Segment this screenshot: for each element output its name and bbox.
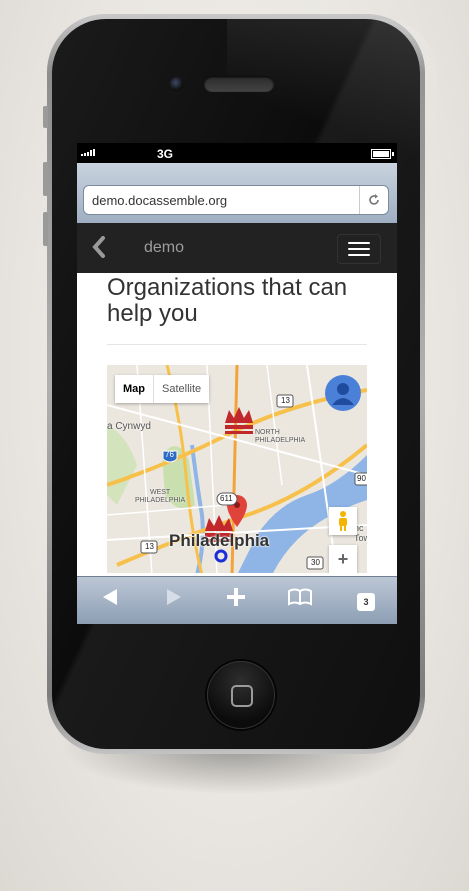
map-label-cynwyd: a Cynwyd: [107, 421, 151, 432]
url-text: demo.docassemble.org: [92, 193, 228, 208]
reload-icon[interactable]: [359, 186, 388, 214]
navbar-brand[interactable]: demo: [144, 239, 184, 257]
browser-toolbar: 3: [77, 576, 397, 624]
home-button[interactable]: [207, 661, 275, 729]
battery-icon: [371, 149, 394, 159]
user-location-icon[interactable]: [325, 375, 361, 411]
title-divider: [107, 344, 367, 345]
address-field[interactable]: demo.docassemble.org: [83, 185, 389, 215]
route-13-label: 13: [281, 396, 290, 405]
route-611-label: 611: [220, 494, 233, 503]
map-label-west-philadelphia: WEST PHILADELPHIA: [135, 489, 186, 504]
route-13b-label: 13: [145, 542, 154, 551]
app-navbar: demo: [77, 223, 397, 273]
volume-down-button: [43, 212, 48, 246]
status-bar: 3G: [77, 143, 397, 163]
forward-arrow-icon[interactable]: [165, 587, 183, 613]
tabs-count-icon[interactable]: 3: [357, 593, 375, 611]
chevron-left-icon[interactable]: [91, 236, 107, 264]
route-90-label: 90: [357, 474, 366, 483]
earpiece-speaker: [204, 76, 274, 92]
signal-strength-icon: [81, 149, 95, 156]
map-type-map-button[interactable]: Map: [115, 375, 153, 403]
map-label-north-philadelphia: NORTH PHILADELPHIA: [255, 429, 306, 444]
street-view-pegman-icon[interactable]: [329, 507, 357, 535]
bookmarks-icon[interactable]: [287, 587, 313, 613]
front-camera: [170, 77, 184, 91]
route-76-label: 76: [165, 450, 174, 459]
map-type-toggle: Map Satellite: [115, 375, 210, 403]
route-30-label: 30: [311, 558, 320, 567]
mute-switch: [43, 106, 48, 128]
network-type: 3G: [157, 147, 174, 161]
hamburger-menu-icon[interactable]: [337, 234, 381, 264]
plus-icon[interactable]: [226, 587, 246, 613]
map-city-label: Philadelphia: [169, 531, 270, 550]
map[interactable]: 13 76 611 13 30 90 a Cynwyd NORTH PHILAD…: [107, 365, 367, 573]
page-title: Organizations that can help you: [107, 274, 348, 327]
zoom-in-button[interactable]: +: [329, 545, 357, 573]
map-type-satellite-button[interactable]: Satellite: [153, 375, 209, 403]
volume-up-button: [43, 162, 48, 196]
page-content: Organizations that can help you 13 76 61…: [77, 273, 397, 573]
phone-screen: 3G demo.docassemble.org demo Organizatio…: [77, 143, 397, 624]
home-square-icon: [231, 685, 253, 707]
back-arrow-icon[interactable]: [101, 587, 119, 613]
browser-url-bar: demo.docassemble.org: [77, 163, 397, 223]
